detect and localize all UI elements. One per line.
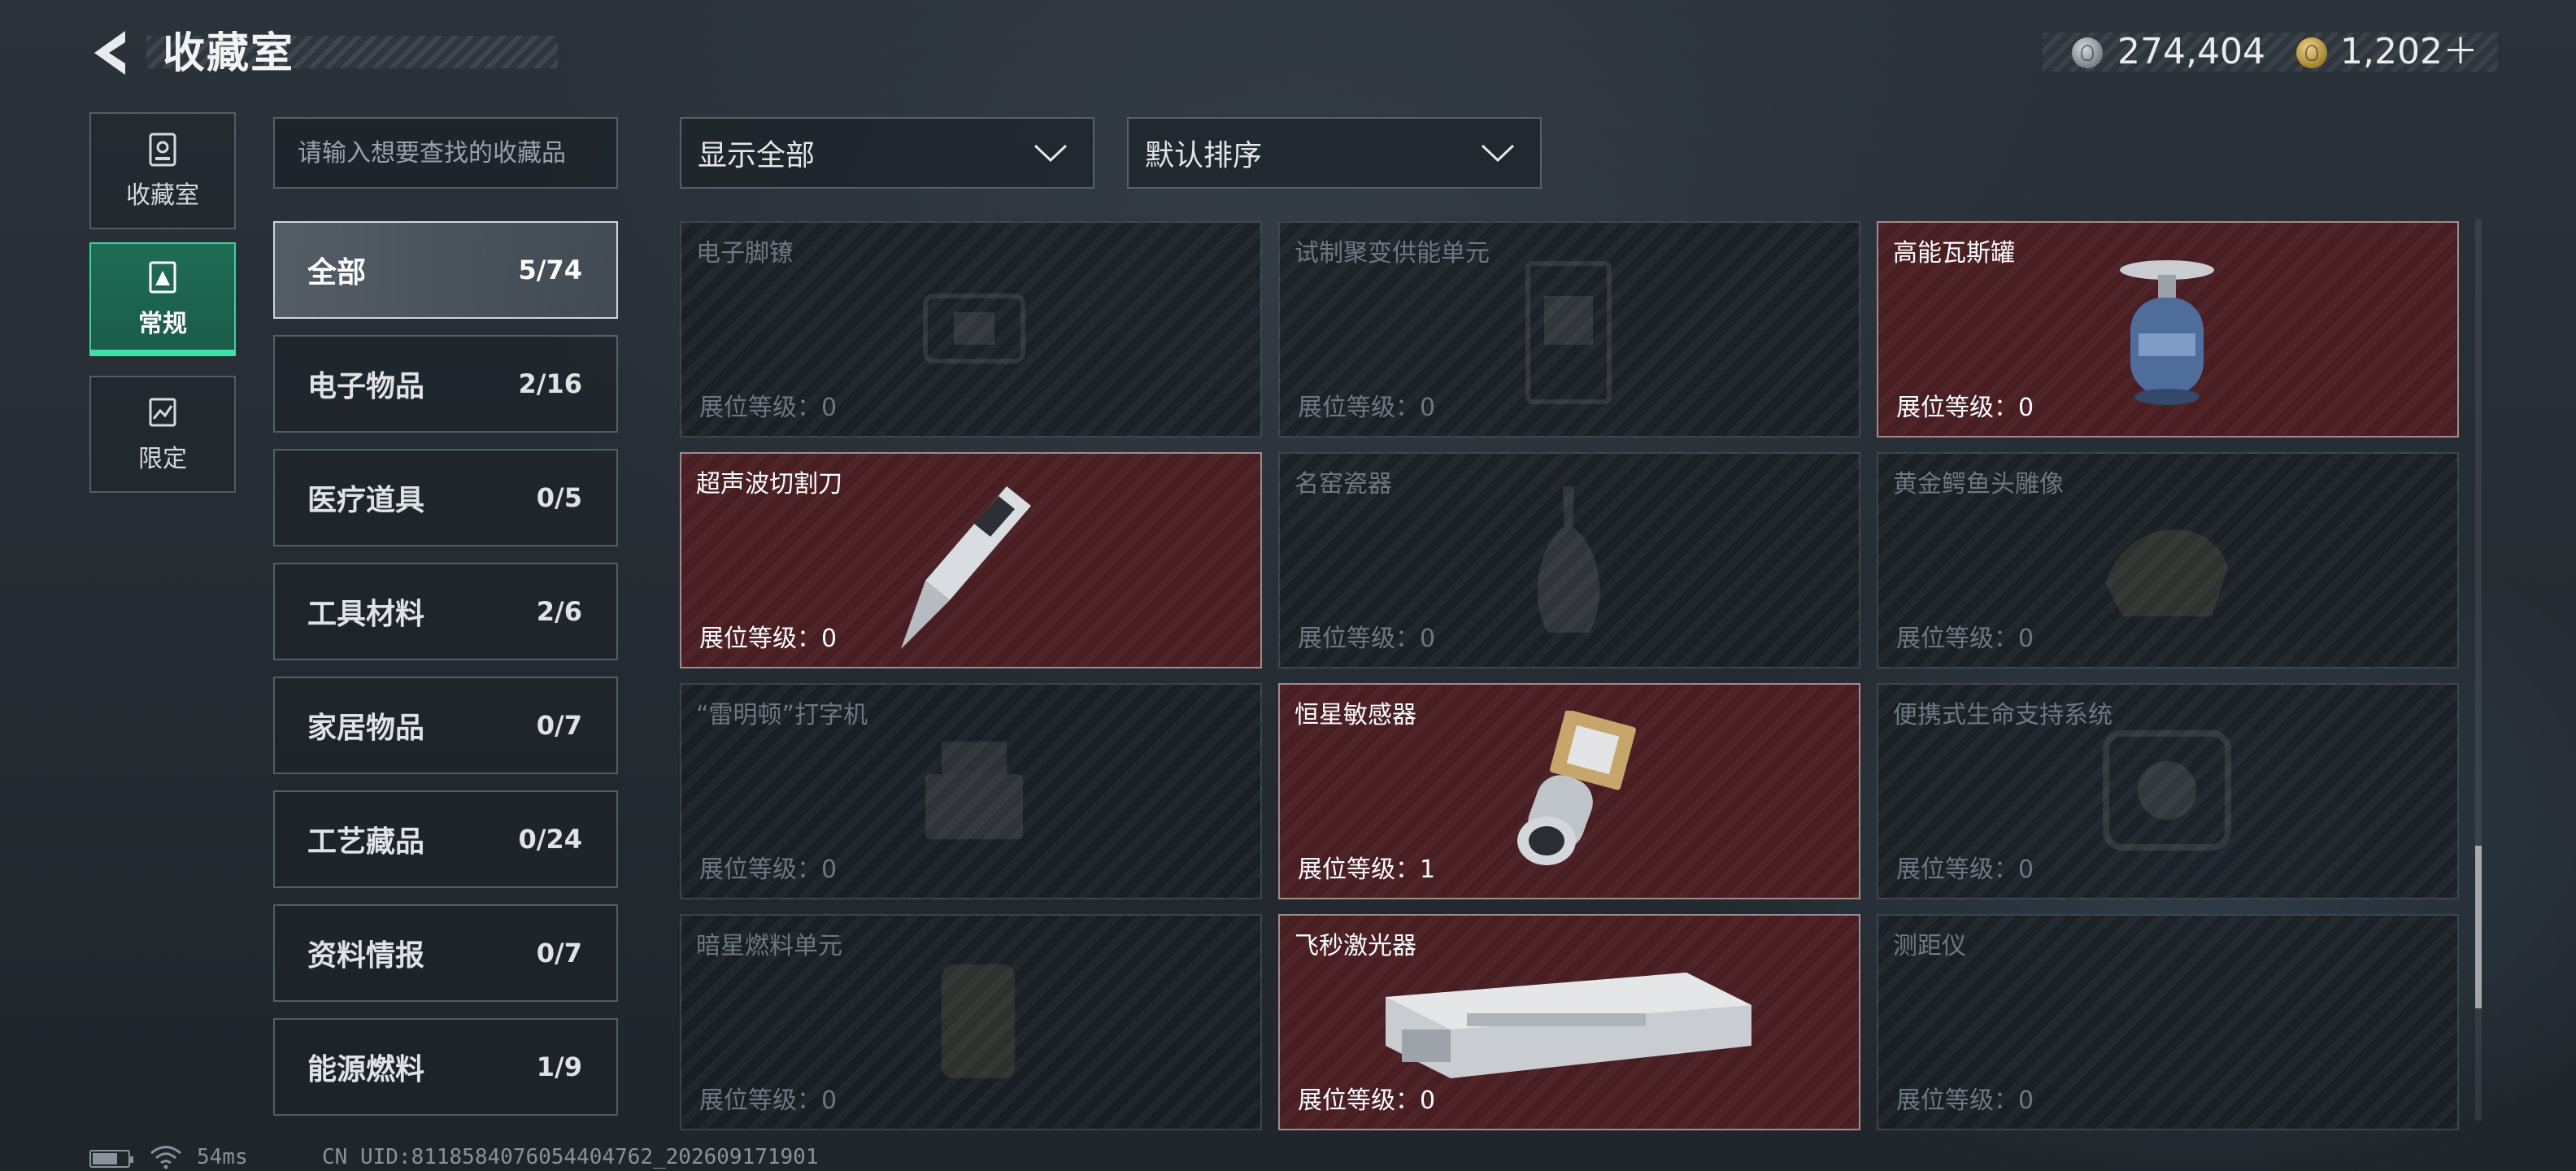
item-name: 名窑瓷器	[1295, 470, 1392, 498]
femtosecond-laser-icon	[1386, 973, 1751, 1078]
item-card-rangefinder[interactable]: 测距仪 展位等级：0	[1877, 914, 2459, 1130]
item-card-porcelain[interactable]: 名窑瓷器 展位等级：0	[1278, 452, 1860, 668]
category-count: 2/6	[536, 596, 582, 627]
item-name: 暗星燃料单元	[696, 932, 842, 960]
chevron-down-icon	[1033, 144, 1068, 163]
category-count: 2/16	[518, 368, 582, 399]
item-level: 展位等级：0	[1298, 394, 1436, 422]
life-support-icon	[2103, 730, 2231, 851]
item-name: 电子脚镣	[696, 239, 794, 268]
item-name: 黄金鳄鱼头雕像	[1893, 470, 2064, 498]
item-level: 展位等级：1	[1298, 855, 1436, 884]
category-count: 5/74	[518, 255, 582, 285]
back-arrow-icon[interactable]	[88, 24, 137, 81]
ping-readout: 54ms	[197, 1145, 248, 1169]
item-level: 展位等级：0	[1298, 1086, 1436, 1115]
filter-dropdown[interactable]: 显示全部	[680, 117, 1094, 189]
category-count: 0/7	[536, 938, 582, 969]
gold-crocodile-statue-icon	[2106, 529, 2228, 616]
item-card-fuel-cell[interactable]: 暗星燃料单元 展位等级：0	[680, 914, 1262, 1130]
category-name: 工具材料	[307, 598, 425, 631]
item-name: 便携式生命支持系统	[1893, 701, 2113, 729]
category-count: 0/24	[518, 824, 582, 855]
item-level: 展位等级：0	[699, 855, 838, 884]
category-name: 家居物品	[307, 712, 425, 745]
fuel-cell-icon	[942, 964, 1015, 1078]
category-count: 0/7	[536, 710, 582, 741]
sort-dropdown-value: 默认排序	[1145, 139, 1263, 172]
category-all[interactable]: 全部 5/74	[273, 221, 618, 319]
item-level: 展位等级：0	[1298, 625, 1436, 653]
item-level: 展位等级：0	[699, 394, 838, 422]
item-card-star-sensor[interactable]: 恒星敏感器 展位等级：1	[1278, 683, 1860, 899]
rail-tab-limited[interactable]: 限定	[89, 376, 236, 493]
category-crafts[interactable]: 工艺藏品 0/24	[273, 790, 618, 888]
limited-icon	[149, 398, 176, 427]
category-count: 1/9	[536, 1051, 582, 1082]
porcelain-vase-icon	[1537, 486, 1600, 633]
item-name: 恒星敏感器	[1295, 701, 1416, 729]
collection-room-icon	[149, 133, 176, 167]
filter-dropdown-value: 显示全部	[698, 139, 816, 172]
item-name: 高能瓦斯罐	[1893, 239, 2015, 268]
rail-label: 常规	[138, 310, 187, 338]
category-energy[interactable]: 能源燃料 1/9	[273, 1018, 618, 1116]
electronic-shackle-icon	[923, 294, 1025, 363]
category-intel[interactable]: 资料情报 0/7	[273, 904, 618, 1002]
category-name: 工艺藏品	[307, 825, 425, 859]
item-name: 测距仪	[1893, 932, 1966, 960]
rail-tab-collection-room[interactable]: 收藏室	[89, 112, 236, 229]
rail-tab-regular[interactable]: 常规	[89, 242, 236, 356]
page-title: 收藏室	[163, 29, 295, 78]
item-level: 展位等级：0	[1896, 625, 2034, 653]
category-name: 全部	[307, 256, 367, 289]
item-name: 超声波切割刀	[696, 470, 842, 498]
category-count: 0/5	[536, 482, 582, 513]
gold-currency-value[interactable]: 1,202＋	[2340, 28, 2478, 76]
category-name: 医疗道具	[307, 484, 425, 517]
item-level: 展位等级：0	[1896, 1086, 2034, 1115]
sort-dropdown[interactable]: 默认排序	[1127, 117, 1542, 189]
item-card-life-support[interactable]: 便携式生命支持系统 展位等级：0	[1877, 683, 2459, 899]
rail-label: 收藏室	[126, 181, 199, 210]
category-name: 能源燃料	[307, 1053, 425, 1086]
item-card-gas-canister[interactable]: 高能瓦斯罐 展位等级：0	[1877, 221, 2459, 437]
item-card-electronic-shackle[interactable]: 电子脚镣 展位等级：0	[680, 221, 1262, 437]
category-medical[interactable]: 医疗道具 0/5	[273, 449, 618, 546]
category-name: 资料情报	[307, 939, 425, 973]
typewriter-icon	[925, 742, 1023, 839]
fusion-power-unit-icon	[1525, 261, 1612, 404]
item-card-femtosecond-laser[interactable]: 飞秒激光器 展位等级：0	[1278, 914, 1860, 1130]
active-tab-indicator	[89, 350, 236, 356]
gold-coin-icon	[2296, 37, 2327, 68]
ultrasonic-cutter-icon	[901, 486, 1031, 649]
rail-label: 限定	[138, 445, 187, 473]
regular-icon	[149, 261, 176, 294]
category-tools[interactable]: 工具材料 2/6	[273, 563, 618, 660]
item-card-typewriter[interactable]: “雷明顿”打字机 展位等级：0	[680, 683, 1262, 899]
silver-coin-icon	[2072, 37, 2103, 68]
silver-currency-value: 274,404	[2117, 31, 2265, 72]
category-household[interactable]: 家居物品 0/7	[273, 677, 618, 774]
item-name: 试制聚变供能单元	[1295, 239, 1490, 268]
item-level: 展位等级：0	[699, 1086, 838, 1115]
item-card-gold-crocodile-statue[interactable]: 黄金鳄鱼头雕像 展位等级：0	[1877, 452, 2459, 668]
item-level: 展位等级：0	[1896, 394, 2034, 422]
category-name: 电子物品	[307, 370, 425, 403]
item-level: 展位等级：0	[699, 625, 838, 653]
star-sensor-icon	[1517, 711, 1636, 865]
category-electronics[interactable]: 电子物品 2/16	[273, 335, 618, 433]
search-input[interactable]	[273, 117, 618, 189]
item-name: “雷明顿”打字机	[696, 701, 868, 729]
wifi-icon	[150, 1146, 181, 1169]
chevron-down-icon	[1481, 144, 1515, 163]
scrollbar-thumb[interactable]	[2475, 846, 2482, 1008]
item-card-fusion-power-unit[interactable]: 试制聚变供能单元 展位等级：0	[1278, 221, 1860, 437]
battery-icon	[89, 1150, 133, 1168]
uid-readout: CN UID:8118584076054404762_202609171901	[322, 1145, 819, 1169]
item-level: 展位等级：0	[1896, 855, 2034, 884]
gas-canister-icon	[2120, 260, 2214, 405]
item-card-ultrasonic-cutter[interactable]: 超声波切割刀 展位等级：0	[680, 452, 1262, 668]
